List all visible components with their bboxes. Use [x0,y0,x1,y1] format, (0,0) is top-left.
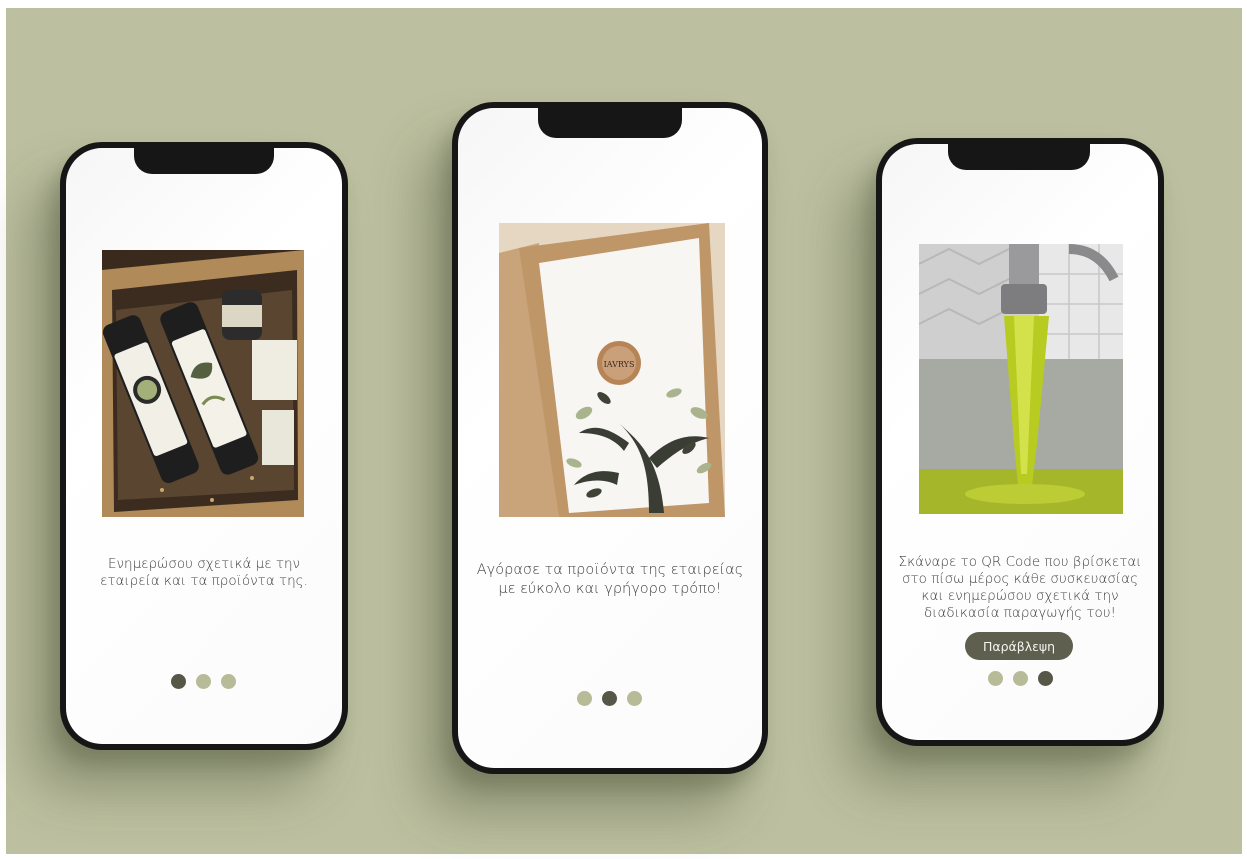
caption-line: διαδικασία παραγωγής του! [924,605,1116,621]
page-dot-1[interactable] [577,691,592,706]
onboarding-screen-3: Σκάναρε το QR Code που βρίσκεται στο πίσ… [882,144,1158,740]
logo-seal: IAVRYS [604,360,635,369]
page-dot-2[interactable] [196,674,211,689]
onboarding-screen-2: IAVRYS Αγόρασε τα προϊόντα της εταιρείας… [458,108,762,768]
page-dot-1[interactable] [988,671,1003,686]
skip-button[interactable]: Παράβλεψη [965,632,1073,660]
onboarding-screen-1: Ενημερώσου σχετικά με την εταιρεία και τ… [66,148,342,744]
page-dot-3[interactable] [221,674,236,689]
page-indicator [171,674,236,689]
onboarding-caption: Ενημερώσου σχετικά με την εταιρεία και τ… [80,556,328,590]
page-indicator [577,691,642,706]
phone-notch [948,144,1090,170]
onboarding-caption: Σκάναρε το QR Code που βρίσκεται στο πίσ… [892,554,1148,622]
oil-production-image [919,244,1123,514]
phone-notch [134,148,274,174]
caption-line: Αγόρασε τα προϊόντα της εταιρείας [476,562,744,578]
giftbox-illustration [102,250,304,517]
page-dot-2[interactable] [1013,671,1028,686]
page-dot-3[interactable] [627,691,642,706]
product-package-image: IAVRYS [499,223,725,517]
caption-line: και ενημερώσου σχετικά την [921,588,1119,604]
page-indicator [988,671,1053,686]
caption-line: με εύκολο και γρήγορο τρόπο! [498,581,722,597]
oil-flow-illustration [919,244,1123,514]
caption-line: Σκάναρε το QR Code που βρίσκεται [898,554,1142,570]
page-dot-3[interactable] [1038,671,1053,686]
page-dot-2[interactable] [602,691,617,706]
package-illustration: IAVRYS [499,223,725,517]
onboarding-caption: Αγόρασε τα προϊόντα της εταιρείας με εύκ… [468,561,752,599]
page-dot-1[interactable] [171,674,186,689]
caption-line: εταιρεία και τα προϊόντα της. [100,573,308,589]
phone-mockup-3: Σκάναρε το QR Code που βρίσκεται στο πίσ… [876,138,1164,746]
phone-notch [538,108,682,138]
phone-mockup-2: IAVRYS Αγόρασε τα προϊόντα της εταιρείας… [452,102,768,774]
product-giftbox-image [102,250,304,517]
phone-mockup-1: Ενημερώσου σχετικά με την εταιρεία και τ… [60,142,348,750]
caption-line: Ενημερώσου σχετικά με την [107,556,301,572]
caption-line: στο πίσω μέρος κάθε συσκευασίας [902,571,1138,587]
